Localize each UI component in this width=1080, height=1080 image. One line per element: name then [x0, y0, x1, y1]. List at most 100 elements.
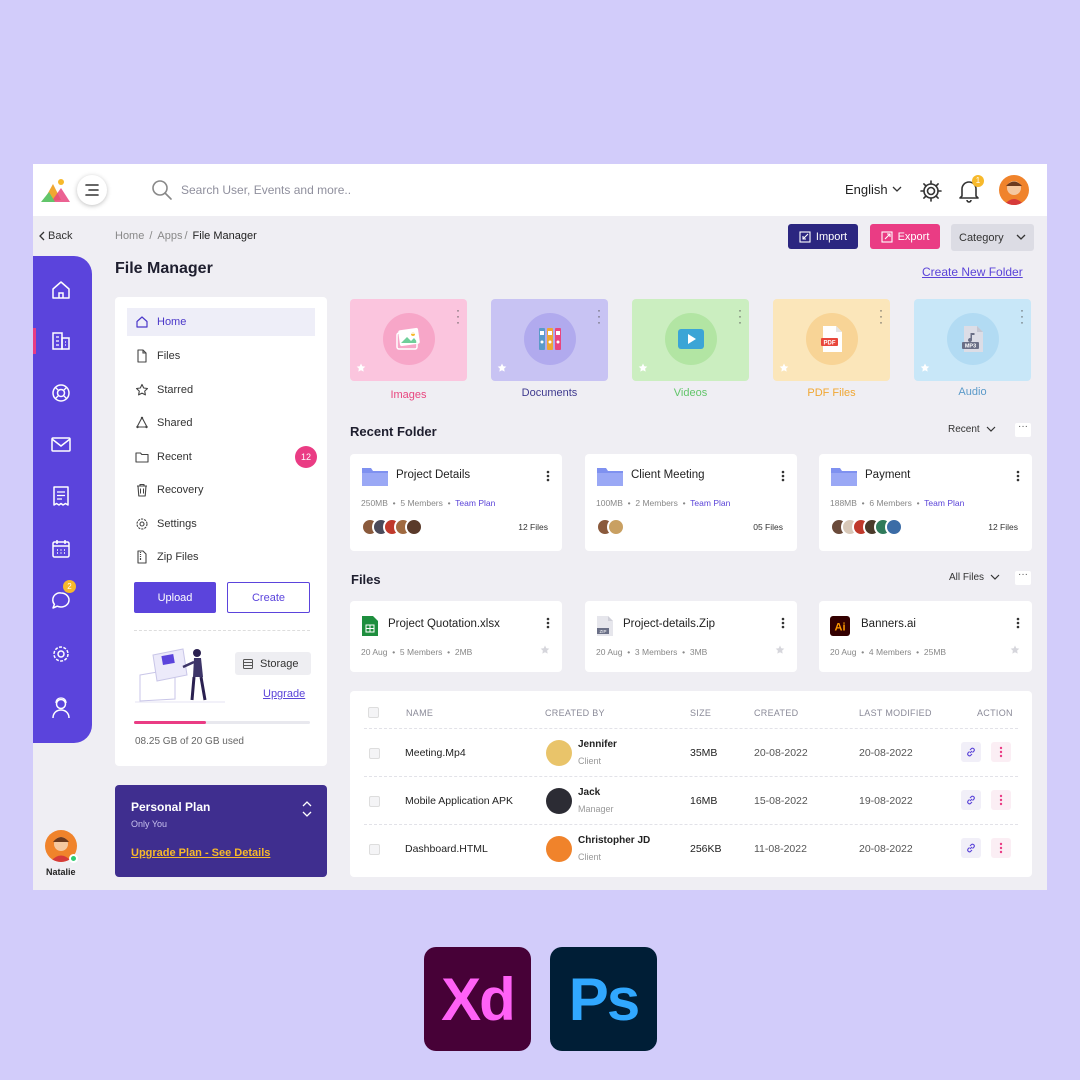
link-button[interactable] — [961, 790, 981, 810]
table-row[interactable]: Meeting.Mp4 Jennifer Client 35MB 20-08-2… — [364, 728, 1018, 775]
menu-toggle-button[interactable] — [77, 175, 107, 205]
plan-card[interactable]: Personal Plan Only You Upgrade Plan - Se… — [115, 785, 327, 877]
category-card-images[interactable]: · · · — [350, 299, 467, 381]
home-icon[interactable] — [50, 279, 72, 301]
nav-item-settings[interactable]: Settings — [127, 510, 315, 538]
nav-item-recovery[interactable]: Recovery — [127, 476, 315, 504]
search-input[interactable] — [181, 178, 481, 202]
star-icon[interactable] — [638, 363, 648, 373]
category-icon-circle: PDF — [806, 313, 858, 365]
kebab-menu-icon[interactable] — [781, 617, 785, 629]
column-header-name[interactable]: NAME — [406, 708, 433, 718]
more-options-button[interactable]: ··· — [1015, 570, 1031, 585]
star-icon[interactable] — [497, 363, 507, 373]
settings-gear-icon[interactable] — [919, 179, 943, 203]
column-header-created[interactable]: CREATED — [754, 708, 798, 718]
category-label-images[interactable]: Images — [350, 389, 467, 401]
star-icon[interactable] — [1010, 645, 1020, 655]
more-options-icon[interactable]: · · · — [456, 304, 460, 328]
language-selector[interactable]: English — [845, 182, 902, 197]
support-icon[interactable] — [50, 382, 72, 404]
category-card-pdf-files[interactable]: PDF · · · — [773, 299, 890, 381]
more-options-icon[interactable]: · · · — [738, 304, 742, 328]
user-support-icon[interactable] — [50, 697, 72, 719]
star-icon[interactable] — [779, 363, 789, 373]
chevron-updown-icon[interactable] — [301, 800, 313, 818]
breadcrumb-apps[interactable]: Apps — [157, 230, 182, 242]
file-name: Project Quotation.xlsx — [388, 618, 500, 630]
file-card-banners-ai[interactable]: Ai Banners.ai 20 Aug • 4 Members • 25MB — [819, 601, 1032, 672]
star-icon[interactable] — [540, 645, 550, 655]
category-label-pdf-files[interactable]: PDF Files — [773, 387, 890, 399]
category-label-documents[interactable]: Documents — [491, 387, 608, 399]
file-card-project-details-zip[interactable]: ZIP Project-details.Zip 20 Aug • 3 Membe… — [585, 601, 797, 672]
more-options-icon[interactable]: · · · — [1020, 304, 1024, 328]
star-icon — [135, 383, 149, 396]
import-button[interactable]: Import — [788, 224, 858, 249]
upgrade-plan-link[interactable]: Upgrade Plan - See Details — [131, 847, 270, 859]
create-new-folder-link[interactable]: Create New Folder — [922, 265, 1023, 279]
select-all-checkbox[interactable] — [368, 707, 379, 718]
more-options-icon[interactable]: · · · — [879, 304, 883, 328]
kebab-menu-icon[interactable] — [546, 470, 550, 482]
create-button[interactable]: Create — [227, 582, 310, 613]
person-avatar — [546, 740, 572, 766]
star-icon[interactable] — [356, 363, 366, 373]
building-icon[interactable] — [50, 330, 72, 352]
row-menu-button[interactable] — [991, 790, 1011, 810]
column-header-last-modified[interactable]: LAST MODIFIED — [859, 708, 932, 718]
kebab-menu-icon[interactable] — [1016, 470, 1020, 482]
chat-icon[interactable] — [50, 590, 72, 612]
search-icon[interactable] — [151, 179, 173, 201]
row-checkbox[interactable] — [369, 844, 380, 855]
kebab-menu-icon[interactable] — [781, 470, 785, 482]
calendar-icon[interactable] — [50, 538, 72, 560]
nav-item-home[interactable]: Home — [127, 308, 315, 336]
row-checkbox[interactable] — [369, 796, 380, 807]
breadcrumb-home[interactable]: Home — [115, 230, 144, 242]
folder-card-project-details[interactable]: Project Details 250MB • 5 Members • Team… — [350, 454, 562, 551]
category-card-documents[interactable]: · · · — [491, 299, 608, 381]
upgrade-link[interactable]: Upgrade — [263, 688, 305, 700]
category-icon-circle: MP3 — [947, 313, 999, 365]
link-button[interactable] — [961, 742, 981, 762]
invoice-icon[interactable] — [50, 485, 72, 507]
category-label-videos[interactable]: Videos — [632, 387, 749, 399]
mail-icon[interactable] — [50, 433, 72, 455]
back-button[interactable]: Back — [39, 230, 72, 242]
kebab-menu-icon[interactable] — [1016, 617, 1020, 629]
more-options-button[interactable]: ··· — [1015, 422, 1031, 437]
files-filter-dropdown[interactable]: All Files — [949, 572, 1000, 583]
category-label-audio[interactable]: Audio — [914, 386, 1031, 398]
folder-card-client-meeting[interactable]: Client Meeting 100MB • 2 Members • Team … — [585, 454, 797, 551]
gear-icon[interactable] — [50, 643, 72, 665]
row-menu-button[interactable] — [991, 742, 1011, 762]
app-logo[interactable] — [39, 174, 73, 208]
category-card-videos[interactable]: · · · — [632, 299, 749, 381]
column-header-size[interactable]: SIZE — [690, 708, 711, 718]
row-checkbox[interactable] — [369, 748, 380, 759]
nav-item-zip-files[interactable]: Zip Files — [127, 543, 315, 571]
star-icon[interactable] — [775, 645, 785, 655]
more-options-icon[interactable]: · · · — [597, 304, 601, 328]
table-row[interactable]: Dashboard.HTML Christopher JD Client 256… — [364, 824, 1018, 871]
category-dropdown[interactable]: Category — [951, 224, 1034, 251]
upload-button[interactable]: Upload — [134, 582, 216, 613]
folder-card-payment[interactable]: Payment 188MB • 6 Members • Team Plan 12… — [819, 454, 1032, 551]
column-header-created-by[interactable]: CREATED BY — [545, 708, 605, 718]
category-card-audio[interactable]: MP3 · · · — [914, 299, 1031, 381]
star-icon[interactable] — [920, 363, 930, 373]
row-menu-button[interactable] — [991, 838, 1011, 858]
kebab-menu-icon[interactable] — [546, 617, 550, 629]
nav-item-recent[interactable]: Recent 12 — [127, 443, 317, 471]
nav-item-shared[interactable]: Shared — [127, 409, 315, 437]
kebab-menu-icon — [999, 842, 1003, 854]
link-button[interactable] — [961, 838, 981, 858]
file-card-project-quotation[interactable]: Project Quotation.xlsx 20 Aug • 5 Member… — [350, 601, 562, 672]
user-avatar[interactable] — [999, 175, 1029, 205]
export-button[interactable]: Export — [870, 224, 940, 249]
table-row[interactable]: Mobile Application APK Jack Manager 16MB… — [364, 776, 1018, 823]
nav-item-files[interactable]: Files — [127, 342, 315, 370]
nav-item-starred[interactable]: Starred — [127, 376, 315, 404]
recent-filter-dropdown[interactable]: Recent — [948, 424, 996, 435]
